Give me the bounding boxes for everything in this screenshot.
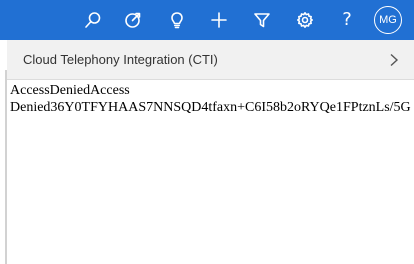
plus-icon[interactable] [203,4,235,36]
cti-panel-header[interactable]: Cloud Telephony Integration (CTI) [7,40,414,80]
left-scroll-edge [0,70,7,264]
error-text-line-1: AccessDeniedAccess [10,83,130,98]
access-denied-message: AccessDeniedAccess Denied36Y0TFYHAAS7NNS… [10,82,414,116]
gear-icon[interactable] [289,4,321,36]
lightbulb-icon[interactable] [161,4,193,36]
help-icon[interactable]: ? [331,4,363,36]
filter-icon[interactable] [246,4,278,36]
avatar[interactable]: MG [374,6,402,34]
target-icon[interactable] [117,4,149,36]
help-glyph: ? [342,9,352,30]
chevron-right-icon[interactable] [388,53,400,67]
search-icon[interactable] [77,4,109,36]
panel-title: Cloud Telephony Integration (CTI) [23,52,218,67]
error-text-line-2: Denied36Y0TFYHAAS7NNSQD4tfaxn+C6I58b2oRY… [10,100,411,115]
top-navigation-bar: ? MG [0,0,414,40]
